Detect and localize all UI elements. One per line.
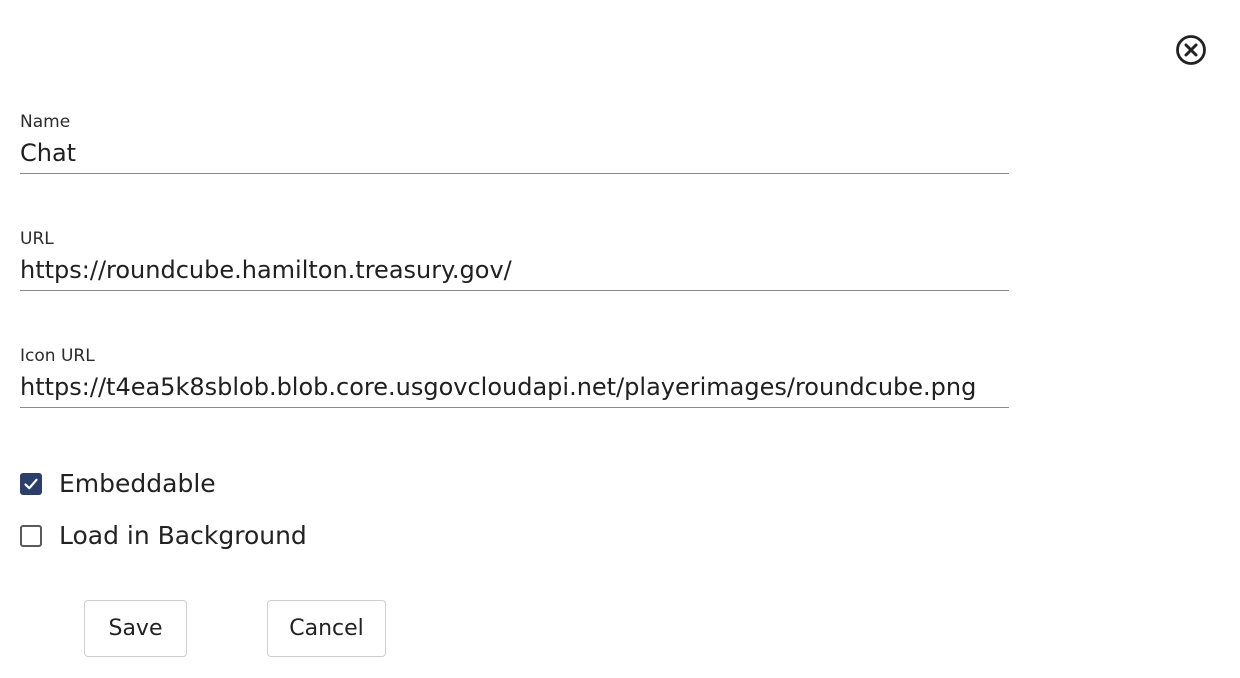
url-field: URL: [20, 229, 1009, 291]
embeddable-checkbox[interactable]: [20, 473, 42, 495]
save-button[interactable]: Save: [84, 600, 187, 657]
name-label: Name: [20, 112, 71, 132]
name-input[interactable]: [20, 132, 1009, 174]
url-label: URL: [20, 229, 54, 249]
icon-url-input[interactable]: [20, 366, 1009, 408]
icon-url-field: Icon URL: [20, 346, 1009, 408]
cancel-button[interactable]: Cancel: [267, 600, 386, 657]
embeddable-option[interactable]: Embeddable: [20, 470, 216, 498]
icon-url-label: Icon URL: [20, 346, 95, 366]
load-in-background-checkbox[interactable]: [20, 525, 42, 547]
close-button[interactable]: [1175, 34, 1207, 66]
close-circle-icon: [1176, 35, 1206, 65]
url-input[interactable]: [20, 249, 1009, 291]
checkmark-icon: [24, 478, 38, 490]
embeddable-label: Embeddable: [59, 469, 216, 498]
name-field: Name: [20, 112, 1009, 174]
load-in-background-option[interactable]: Load in Background: [20, 522, 307, 550]
load-in-background-label: Load in Background: [59, 521, 307, 550]
